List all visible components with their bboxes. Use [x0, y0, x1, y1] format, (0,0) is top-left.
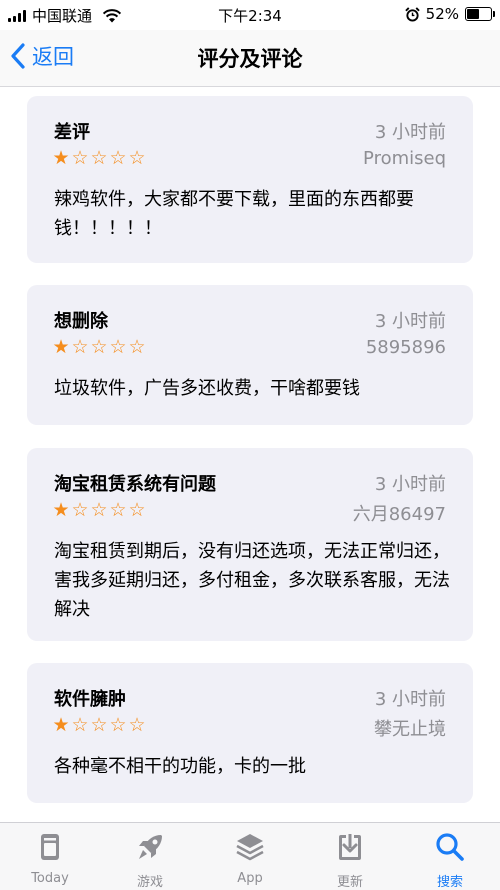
tab-label: 搜索 [436, 875, 463, 890]
review-time: 3 小时前 [374, 689, 446, 710]
star-rating: ★ ☆ ☆ ☆ ☆ [52, 149, 146, 168]
star-empty-icon: ☆ [128, 147, 146, 169]
review-author: 5895896 [365, 337, 446, 358]
alarm-icon [404, 6, 420, 22]
star-filled-icon: ★ [52, 714, 70, 736]
star-empty-icon: ☆ [71, 499, 89, 521]
review-author: Promiseq [363, 148, 446, 169]
review-card[interactable]: 软件臃肿 3 小时前 ★ ☆ ☆ ☆ ☆ 攀无止境 各种毫不相干的功能，卡的一批 [27, 663, 473, 803]
search-icon [436, 833, 464, 861]
star-empty-icon: ☆ [109, 147, 127, 169]
tab-updates[interactable]: 更新 [300, 823, 400, 890]
review-title: 想删除 [54, 311, 108, 332]
star-empty-icon: ☆ [109, 336, 127, 358]
tab-apps[interactable]: App [200, 823, 300, 890]
star-filled-icon: ★ [52, 336, 70, 358]
review-card[interactable]: 想删除 3 小时前 ★ ☆ ☆ ☆ ☆ 5895896 垃圾软件，广告多还收费，干啥都要… [27, 285, 473, 425]
review-card[interactable]: 差评 3 小时前 ★ ☆ ☆ ☆ ☆ Promiseq 辣鸡软件，大家都不要下载，里面的… [27, 96, 473, 263]
review-author: 六月86497 [352, 504, 446, 525]
review-body: 各种毫不相干的功能，卡的一批 [54, 756, 306, 777]
star-rating: ★ ☆ ☆ ☆ ☆ [52, 501, 146, 520]
star-empty-icon: ☆ [90, 499, 108, 521]
review-body: 淘宝租赁到期后，没有归还选项，无法正常归还，害我多延期归还，多付租金，多次联系客… [54, 541, 450, 620]
star-empty-icon: ☆ [71, 714, 89, 736]
review-title: 软件臃肿 [54, 689, 126, 710]
star-filled-icon: ★ [52, 499, 70, 521]
review-body: 垃圾软件，广告多还收费，干啥都要钱 [54, 378, 360, 399]
review-title: 差评 [54, 122, 90, 143]
star-empty-icon: ☆ [71, 336, 89, 358]
review-time: 3 小时前 [374, 311, 446, 332]
review-card[interactable]: 淘宝租赁系统有问题 3 小时前 ★ ☆ ☆ ☆ ☆ 六月86497 淘宝租赁到期后，没有… [27, 448, 473, 641]
star-empty-icon: ☆ [71, 147, 89, 169]
battery-icon [465, 7, 495, 21]
review-time: 3 小时前 [374, 122, 446, 143]
review-author: 攀无止境 [374, 719, 446, 740]
review-body: 辣鸡软件，大家都不要下载，里面的东西都要钱！！！！！ [54, 189, 414, 239]
star-empty-icon: ☆ [109, 499, 127, 521]
review-title: 淘宝租赁系统有问题 [54, 474, 216, 495]
tab-today[interactable]: Today [0, 823, 100, 890]
app-stack-icon [236, 834, 264, 861]
star-empty-icon: ☆ [90, 714, 108, 736]
reviews-list[interactable]: 差评 3 小时前 ★ ☆ ☆ ☆ ☆ Promiseq 辣鸡软件，大家都不要下载，里面的… [0, 87, 500, 822]
tab-label: 游戏 [136, 875, 163, 890]
tab-label: 更新 [336, 875, 363, 890]
rocket-icon [139, 835, 162, 859]
tab-games[interactable]: 游戏 [100, 823, 200, 890]
star-rating: ★ ☆ ☆ ☆ ☆ [52, 338, 146, 357]
today-icon [41, 834, 59, 860]
star-rating: ★ ☆ ☆ ☆ ☆ [52, 716, 146, 735]
tab-bar: Today 游戏 App 更新 搜索 [0, 822, 500, 890]
page-title: 评分及评论 [197, 47, 303, 71]
star-empty-icon: ☆ [90, 147, 108, 169]
tab-label: App [237, 871, 263, 886]
star-empty-icon: ☆ [128, 336, 146, 358]
battery-percentage: 52% [425, 5, 459, 23]
star-empty-icon: ☆ [90, 336, 108, 358]
star-filled-icon: ★ [52, 147, 70, 169]
star-empty-icon: ☆ [128, 499, 146, 521]
star-empty-icon: ☆ [109, 714, 127, 736]
tab-search[interactable]: 搜索 [400, 823, 500, 890]
tab-label: Today [31, 871, 69, 886]
star-empty-icon: ☆ [128, 714, 146, 736]
review-time: 3 小时前 [374, 474, 446, 495]
download-icon [339, 834, 361, 860]
navigation-bar: 返回 评分及评论 [0, 30, 500, 87]
status-bar: 中国联通 下午2:34 52% [0, 0, 500, 30]
